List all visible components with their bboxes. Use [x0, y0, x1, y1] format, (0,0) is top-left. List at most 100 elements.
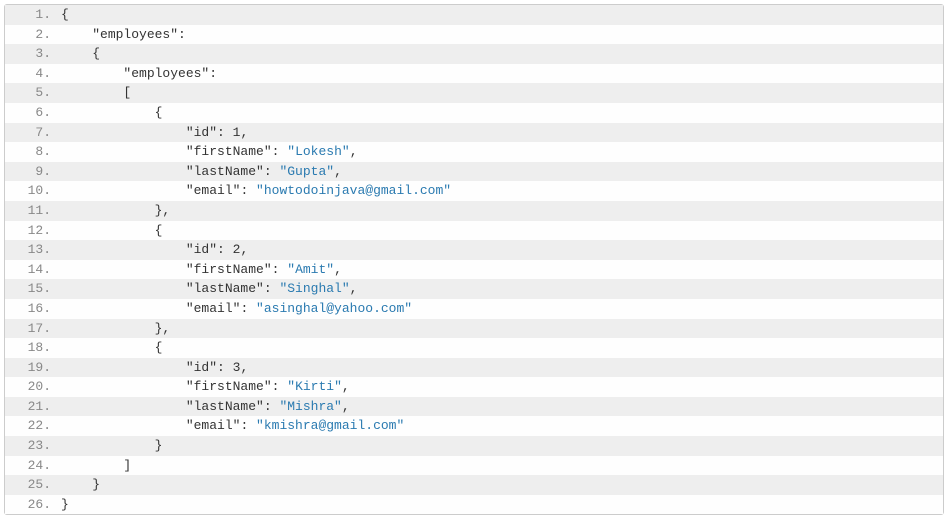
token: [ [123, 85, 131, 100]
code-line: 17. }, [5, 319, 943, 339]
line-number: 1. [5, 5, 55, 25]
code-content: }, [55, 319, 170, 339]
code-content: "employees": [55, 25, 186, 45]
token: "Kirti" [287, 379, 342, 394]
code-line: 3. { [5, 44, 943, 64]
line-number: 24. [5, 456, 55, 476]
line-number: 26. [5, 495, 55, 515]
code-block: 1.{2. "employees":3. {4. "employees":5. … [4, 4, 944, 515]
code-content: { [55, 103, 162, 123]
token: "firstName" [186, 144, 272, 159]
token: "firstName" [186, 379, 272, 394]
token: "lastName" [186, 281, 264, 296]
token: : [217, 125, 233, 140]
code-line: 6. { [5, 103, 943, 123]
line-number: 12. [5, 221, 55, 241]
code-content: { [55, 221, 162, 241]
code-content: "firstName": "Amit", [55, 260, 342, 280]
token: "Lokesh" [287, 144, 349, 159]
token: } [61, 497, 69, 512]
code-line: 19. "id": 3, [5, 358, 943, 378]
token: "Amit" [287, 262, 334, 277]
token: , [334, 262, 342, 277]
token: } [155, 438, 163, 453]
token: : [217, 360, 233, 375]
code-line: 15. "lastName": "Singhal", [5, 279, 943, 299]
token: : [240, 301, 256, 316]
token: "id" [186, 242, 217, 257]
line-number: 22. [5, 416, 55, 436]
token: , [342, 399, 350, 414]
token: : [264, 281, 280, 296]
token: "asinghal@yahoo.com" [256, 301, 412, 316]
line-number: 5. [5, 83, 55, 103]
code-content: "lastName": "Singhal", [55, 279, 357, 299]
code-content: "lastName": "Gupta", [55, 162, 342, 182]
code-content: { [55, 338, 162, 358]
token: "lastName" [186, 164, 264, 179]
token: : [240, 183, 256, 198]
token: : [264, 399, 280, 414]
line-number: 9. [5, 162, 55, 182]
line-number: 16. [5, 299, 55, 319]
line-number: 21. [5, 397, 55, 417]
token: { [155, 223, 163, 238]
token: "employees" [92, 27, 178, 42]
token: } [92, 477, 100, 492]
code-line: 25. } [5, 475, 943, 495]
code-line: 9. "lastName": "Gupta", [5, 162, 943, 182]
code-content: }, [55, 201, 170, 221]
code-content: "email": "kmishra@gmail.com" [55, 416, 404, 436]
token: "Gupta" [279, 164, 334, 179]
code-line: 18. { [5, 338, 943, 358]
code-content: "id": 1, [55, 123, 248, 143]
line-number: 15. [5, 279, 55, 299]
token: "id" [186, 125, 217, 140]
line-number: 18. [5, 338, 55, 358]
token: { [155, 105, 163, 120]
code-line: 26.} [5, 495, 943, 515]
line-number: 3. [5, 44, 55, 64]
line-number: 20. [5, 377, 55, 397]
code-content: { [55, 44, 100, 64]
token: : [272, 379, 288, 394]
token: ] [123, 458, 131, 473]
token: "email" [186, 301, 241, 316]
line-number: 2. [5, 25, 55, 45]
code-content: "id": 3, [55, 358, 248, 378]
code-content: "firstName": "Kirti", [55, 377, 350, 397]
token: "Singhal" [279, 281, 349, 296]
line-number: 8. [5, 142, 55, 162]
token: , [350, 144, 358, 159]
code-line: 12. { [5, 221, 943, 241]
line-number: 14. [5, 260, 55, 280]
line-number: 7. [5, 123, 55, 143]
token: : [209, 66, 217, 81]
token: , [350, 281, 358, 296]
token: "firstName" [186, 262, 272, 277]
token: "kmishra@gmail.com" [256, 418, 404, 433]
token: }, [155, 321, 171, 336]
token: "employees" [123, 66, 209, 81]
code-line: 10. "email": "howtodoinjava@gmail.com" [5, 181, 943, 201]
code-line: 2. "employees": [5, 25, 943, 45]
token: , [240, 242, 248, 257]
token: , [240, 125, 248, 140]
code-content: ] [55, 456, 131, 476]
line-number: 19. [5, 358, 55, 378]
code-line: 23. } [5, 436, 943, 456]
code-line: 14. "firstName": "Amit", [5, 260, 943, 280]
code-line: 22. "email": "kmishra@gmail.com" [5, 416, 943, 436]
code-content: } [55, 436, 162, 456]
token: , [334, 164, 342, 179]
token: "id" [186, 360, 217, 375]
token: { [92, 46, 100, 61]
token: , [240, 360, 248, 375]
code-content: "employees": [55, 64, 217, 84]
code-content: { [55, 5, 69, 25]
code-line: 1.{ [5, 5, 943, 25]
token: "howtodoinjava@gmail.com" [256, 183, 451, 198]
line-number: 23. [5, 436, 55, 456]
token: "email" [186, 418, 241, 433]
token: , [342, 379, 350, 394]
